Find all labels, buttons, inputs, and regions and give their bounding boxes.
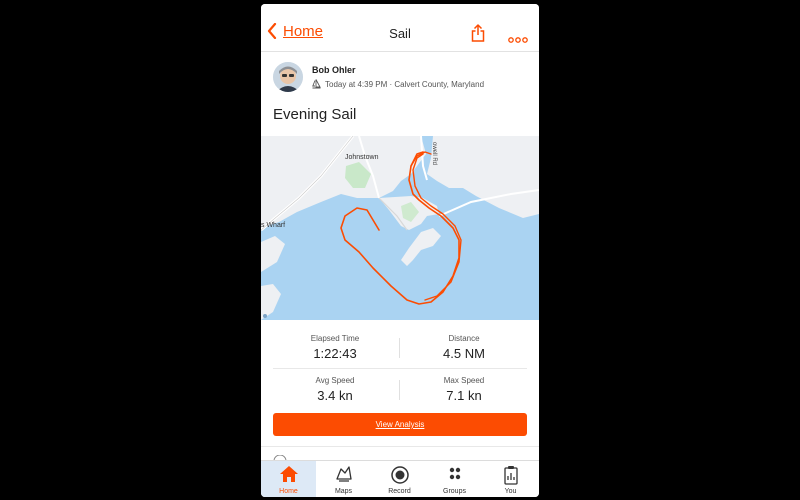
activity-title: Evening Sail <box>273 106 357 123</box>
map-canvas: Johnstown s Wharf owell Rd <box>261 136 539 320</box>
more-icon <box>508 37 528 43</box>
view-analysis-button[interactable]: View Analysis <box>273 413 527 436</box>
max-speed-value: 7.1 kn <box>446 388 482 403</box>
top-nav-bar: Home Sail <box>261 4 539 52</box>
maps-icon <box>335 466 352 482</box>
tab-home[interactable]: Home <box>261 461 316 497</box>
tab-maps[interactable]: Maps <box>316 461 371 497</box>
athlete-avatar[interactable] <box>273 62 303 92</box>
tab-record[interactable]: Record <box>372 461 427 497</box>
avatar-photo <box>273 62 303 92</box>
tab-label: Groups <box>443 488 466 495</box>
more-options-button[interactable] <box>508 30 528 48</box>
section-divider <box>261 446 539 447</box>
stats-row-divider <box>273 368 527 369</box>
tab-label: Maps <box>334 488 353 495</box>
sail-icon <box>312 79 321 89</box>
home-icon <box>279 466 298 482</box>
map-label-johnstown: Johnstown <box>345 154 379 161</box>
elapsed-time-value: 1:22:43 <box>313 346 357 361</box>
activity-screen: Home Sail Bob Ohler Today at 4:39 PM · C… <box>261 4 539 497</box>
share-button[interactable] <box>471 24 485 47</box>
max-speed-label: Max Speed <box>443 376 485 385</box>
stats-divider <box>399 338 400 358</box>
record-icon <box>390 466 409 484</box>
route-map[interactable]: Johnstown s Wharf owell Rd <box>261 136 539 320</box>
bottom-tab-bar: Home Maps Record Groups You <box>261 460 539 497</box>
elapsed-time-label: Elapsed Time <box>310 334 360 343</box>
athlete-name[interactable]: Bob Ohler <box>312 65 356 75</box>
tab-you[interactable]: You <box>483 461 538 497</box>
distance-label: Distance <box>448 334 480 343</box>
share-icon <box>471 24 485 42</box>
stats-divider <box>399 380 400 400</box>
avg-speed-label: Avg Speed <box>315 376 355 385</box>
groups-icon <box>449 467 460 480</box>
tab-label: Home <box>279 488 298 495</box>
tab-label: You <box>504 488 517 495</box>
distance-value: 4.5 NM <box>443 346 485 361</box>
activity-meta-text: Today at 4:39 PM · Calvert County, Maryl… <box>325 79 485 89</box>
tab-label: Record <box>388 488 411 495</box>
map-label-road: owell Rd <box>431 142 437 165</box>
activity-meta: Today at 4:39 PM · Calvert County, Maryl… <box>312 79 484 89</box>
view-analysis-label[interactable]: View Analysis <box>376 420 425 429</box>
page-title: Sail <box>389 26 411 41</box>
tab-groups[interactable]: Groups <box>427 461 482 497</box>
you-icon <box>503 466 518 485</box>
map-label-wharf: s Wharf <box>261 222 285 229</box>
avg-speed-value: 3.4 kn <box>317 388 353 403</box>
